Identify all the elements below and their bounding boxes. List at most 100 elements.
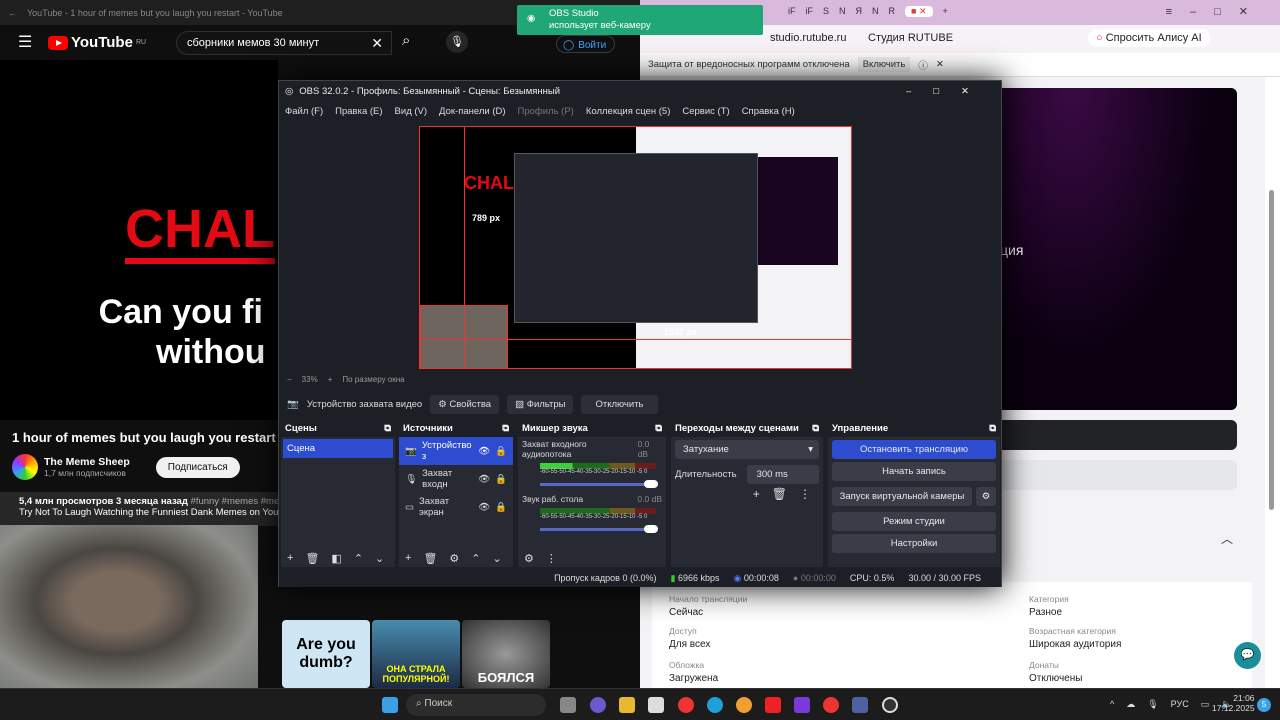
up-icon[interactable]: ⌃ xyxy=(354,552,363,565)
yandex-browser-icon[interactable] xyxy=(678,697,694,713)
undock-icon[interactable]: ⧉ xyxy=(812,423,819,435)
duration-input[interactable]: 300 ms xyxy=(746,465,819,484)
stop-streaming-button[interactable]: Остановить трансляцию xyxy=(832,440,996,459)
down-icon[interactable]: ⌄ xyxy=(375,552,384,565)
app-icon[interactable] xyxy=(794,697,810,713)
trash-icon[interactable]: 🗑 xyxy=(305,552,319,565)
browser-tab[interactable]: Я xyxy=(856,6,863,17)
scrollbar-thumb[interactable] xyxy=(1269,190,1274,510)
undock-icon[interactable]: ⧉ xyxy=(655,423,662,435)
thumbnail[interactable]: ОНА СТРАЛА ПОПУЛЯРНОЙ! xyxy=(372,620,460,688)
eye-icon[interactable]: 👁 xyxy=(478,446,490,457)
undock-icon[interactable]: ⧉ xyxy=(384,423,391,435)
store-icon[interactable] xyxy=(648,697,664,713)
menu-edit[interactable]: Правка (E) xyxy=(335,106,382,117)
window-controls[interactable]: –□✕ xyxy=(906,86,1001,97)
channel-avatar[interactable] xyxy=(12,454,38,480)
scrollbar[interactable] xyxy=(1265,77,1280,688)
filter-icon[interactable]: ◧ xyxy=(331,552,341,565)
menu-docks[interactable]: Док-панели (D) xyxy=(439,106,505,117)
support-chat-button[interactable]: 💬 xyxy=(1234,642,1261,669)
volume-slider[interactable] xyxy=(540,525,658,533)
zoom-out-button[interactable]: − xyxy=(287,375,292,387)
enable-button[interactable]: Включить xyxy=(857,57,911,72)
source-item[interactable]: ▭ Захват экран 👁 🔒 xyxy=(399,493,513,521)
folder-icon[interactable] xyxy=(619,697,635,713)
chevron-up-icon[interactable]: ^ xyxy=(1110,699,1114,710)
menu-tools[interactable]: Сервис (T) xyxy=(682,106,729,117)
channel-name[interactable]: The Meme Sheep xyxy=(44,456,130,468)
browser-tab[interactable]: iF xyxy=(806,6,814,17)
notification-badge[interactable]: 5 xyxy=(1257,698,1271,712)
app-icon[interactable] xyxy=(736,697,752,713)
language-indicator[interactable]: РУС xyxy=(1171,699,1189,710)
source-item[interactable]: 📷 Устройство з 👁 🔒 xyxy=(399,437,513,465)
start-recording-button[interactable]: Начать запись xyxy=(832,462,996,481)
dark-button-bar[interactable] xyxy=(1000,420,1237,450)
yandex-icon[interactable] xyxy=(823,697,839,713)
studio-mode-button[interactable]: Режим студии xyxy=(832,512,996,531)
microphone-icon[interactable]: 🎙 xyxy=(1147,699,1158,710)
menu-view[interactable]: Вид (V) xyxy=(395,106,428,117)
volume-slider[interactable] xyxy=(540,480,658,488)
filters-button[interactable]: ▧ Фильтры xyxy=(507,394,574,414)
menu-scene-collection[interactable]: Коллекция сцен (5) xyxy=(586,106,671,117)
search-input[interactable]: сборники мемов 30 минут ✕ xyxy=(176,31,392,55)
clear-icon[interactable]: ✕ xyxy=(371,35,383,52)
more-icon[interactable]: ⋮ xyxy=(799,487,811,501)
subscribe-button[interactable]: Подписаться xyxy=(155,456,240,478)
trash-icon[interactable]: 🗑 xyxy=(423,552,437,565)
search-icon[interactable]: ⌕ xyxy=(402,32,410,49)
menu-profile[interactable]: Профиль (P) xyxy=(518,106,574,117)
down-icon[interactable]: ⌄ xyxy=(493,552,502,565)
edge-icon[interactable] xyxy=(707,697,723,713)
add-icon[interactable]: + xyxy=(753,487,760,501)
grey-button-bar[interactable] xyxy=(1000,460,1237,490)
undock-icon[interactable]: ⧉ xyxy=(502,423,509,435)
add-icon[interactable]: + xyxy=(405,552,411,565)
lock-icon[interactable]: 🔒 xyxy=(495,446,507,457)
browser-tab[interactable]: S xyxy=(823,6,829,17)
sign-in-button[interactable]: ◯ Войти xyxy=(556,35,616,53)
alice-button[interactable]: ○ Спросить Алису AI xyxy=(1088,29,1210,47)
task-view-icon[interactable] xyxy=(560,697,576,713)
app-icon[interactable] xyxy=(852,697,868,713)
add-icon[interactable]: + xyxy=(287,552,293,565)
zoom-in-button[interactable]: + xyxy=(328,375,333,387)
youtube-app-icon[interactable] xyxy=(765,697,781,713)
thumbnail[interactable]: Are you dumb? xyxy=(282,620,370,688)
start-icon[interactable] xyxy=(382,697,398,713)
taskbar-search[interactable]: ⌕ Поиск xyxy=(406,694,546,716)
cloud-icon[interactable]: ☁ xyxy=(1126,699,1135,710)
menu-help[interactable]: Справка (H) xyxy=(742,106,795,117)
browser-tab[interactable]: iF xyxy=(788,6,796,17)
up-icon[interactable]: ⌃ xyxy=(471,552,480,565)
trash-icon[interactable]: 🗑 xyxy=(772,487,787,501)
scene-item[interactable]: Сцена xyxy=(283,439,393,458)
menu-file[interactable]: Файл (F) xyxy=(285,106,323,117)
new-tab-icon[interactable]: + xyxy=(943,6,948,17)
lock-icon[interactable]: 🔒 xyxy=(495,474,507,485)
youtube-logo[interactable]: YouTube RU xyxy=(48,34,146,51)
clock[interactable]: 21:06 17.12.2025 xyxy=(1212,693,1255,713)
close-icon[interactable]: ✕ xyxy=(936,59,944,70)
source-item[interactable]: 🎙 Захват входн 👁 🔒 xyxy=(399,465,513,493)
video-player[interactable]: CHAL Can you fi withou xyxy=(0,60,278,420)
window-controls[interactable]: ≡–□✕ xyxy=(1166,5,1266,18)
obs-preview[interactable]: CHAL 789 px 1532 px xyxy=(419,126,852,369)
gear-icon[interactable]: ⚙ xyxy=(976,487,996,506)
network-icon[interactable]: ▭ xyxy=(1201,699,1210,710)
microphone-icon[interactable]: 🎙 xyxy=(446,31,468,53)
gear-icon[interactable]: ⚙ xyxy=(449,552,459,565)
transition-select[interactable]: Затухание ▾ xyxy=(675,440,819,459)
deactivate-button[interactable]: Отключить xyxy=(581,394,658,414)
browser-tab[interactable]: N xyxy=(839,6,846,17)
browser-tab[interactable]: N xyxy=(872,6,879,17)
back-icon[interactable]: ← xyxy=(8,8,17,18)
webcam-notification[interactable]: ◉ OBS Studio использует веб-камеру xyxy=(517,5,763,35)
help-icon[interactable]: ⓘ xyxy=(918,58,928,72)
advanced-audio-icon[interactable]: ⚙ xyxy=(524,552,534,565)
eye-icon[interactable]: 👁 xyxy=(478,502,490,513)
browser-tab[interactable]: R xyxy=(889,6,896,17)
undock-icon[interactable]: ⧉ xyxy=(989,423,996,435)
